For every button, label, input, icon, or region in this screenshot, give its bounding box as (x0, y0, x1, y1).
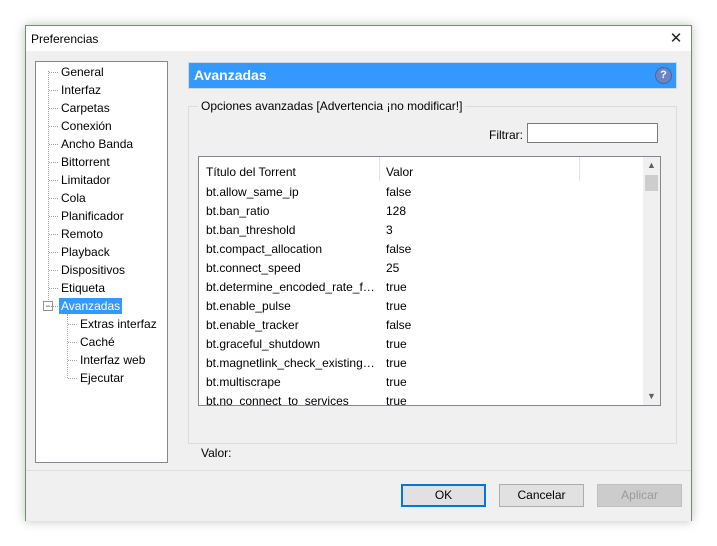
table-row[interactable]: bt.graceful_shutdown true (199, 335, 643, 354)
option-value: false (386, 242, 412, 256)
window-title: Preferencias (31, 32, 99, 46)
section-title: Avanzadas (194, 67, 267, 83)
option-name: bt.compact_allocation (206, 242, 323, 256)
tree-connector (49, 270, 58, 271)
tree-connector (49, 198, 58, 199)
tree-connector (49, 306, 58, 307)
apply-button[interactable]: Aplicar (597, 484, 682, 507)
option-value: true (386, 394, 407, 406)
option-name: bt.magnetlink_check_existing_... (206, 356, 376, 370)
option-name: bt.enable_tracker (206, 318, 299, 332)
tree-connector (49, 216, 58, 217)
option-value: true (386, 337, 407, 351)
option-value: true (386, 299, 407, 313)
tree-connector (49, 126, 58, 127)
value-label: Valor: (201, 446, 232, 460)
tree-connector (49, 288, 58, 289)
tree-connector (49, 108, 58, 109)
tree-connector (68, 378, 77, 379)
tree-item[interactable]: Playback (59, 244, 112, 260)
option-name: bt.allow_same_ip (206, 185, 299, 199)
tree-item[interactable]: Carpetas (59, 100, 112, 116)
tree-connector (68, 342, 77, 343)
option-value: 128 (386, 204, 407, 218)
tree-connector (49, 180, 58, 181)
option-name: bt.connect_speed (206, 261, 301, 275)
tree-connector (68, 360, 77, 361)
table-row[interactable]: bt.no_connect_to_services true (199, 392, 643, 406)
option-value: false (386, 318, 412, 332)
tree-subitem[interactable]: Extras interfaz (78, 316, 159, 332)
section-header: Avanzadas ? (188, 62, 677, 89)
option-name: bt.ban_ratio (206, 204, 270, 218)
tree-connector (49, 72, 58, 73)
table-row[interactable]: bt.ban_threshold 3 (199, 221, 643, 240)
table-row[interactable]: bt.ban_ratio 128 (199, 202, 643, 221)
table-row[interactable]: bt.determine_encoded_rate_fo... true (199, 278, 643, 297)
scroll-thumb[interactable] (645, 175, 658, 191)
list-header: Título del Torrent Valor (199, 157, 643, 183)
tree-item[interactable]: Conexión (59, 118, 114, 134)
tree-item[interactable]: Avanzadas (59, 298, 123, 314)
advanced-options-group: Opciones avanzadas [Advertencia ¡no modi… (188, 99, 677, 460)
option-value: true (386, 356, 407, 370)
option-value: 3 (386, 223, 393, 237)
cancel-button[interactable]: Cancelar (499, 484, 584, 507)
option-name: bt.determine_encoded_rate_fo... (206, 280, 376, 294)
table-row[interactable]: bt.magnetlink_check_existing_... true (199, 354, 643, 373)
tree-connector (49, 234, 58, 235)
help-icon[interactable]: ? (655, 67, 672, 84)
tree-connector (49, 252, 58, 253)
column-separator[interactable] (379, 157, 380, 181)
tree-item[interactable]: Etiqueta (59, 280, 107, 296)
option-name: bt.ban_threshold (206, 223, 296, 237)
tree-subitem[interactable]: Ejecutar (78, 370, 126, 386)
tree-connector (68, 324, 77, 325)
preferences-tree: − General Interfaz Carpetas Conexión Ancho B… (35, 61, 168, 463)
tree-item[interactable]: Limitador (59, 172, 112, 188)
option-value: false (386, 185, 412, 199)
tree-item[interactable]: Dispositivos (59, 262, 127, 278)
tree-connector (49, 90, 58, 91)
tree-item[interactable]: Remoto (59, 226, 105, 242)
option-name: bt.graceful_shutdown (206, 337, 321, 351)
vertical-scrollbar[interactable]: ▲ ▼ (643, 157, 660, 405)
table-row[interactable]: bt.multiscrape true (199, 373, 643, 392)
scroll-down-icon[interactable]: ▼ (643, 388, 660, 405)
filter-input[interactable] (527, 123, 658, 143)
tree-item[interactable]: General (59, 64, 106, 80)
tree-item[interactable]: Bittorrent (59, 154, 112, 170)
table-row[interactable]: bt.compact_allocation false (199, 240, 643, 259)
scroll-up-icon[interactable]: ▲ (643, 157, 660, 174)
column-header-value[interactable]: Valor (386, 165, 413, 179)
column-separator[interactable] (579, 157, 580, 181)
column-header-title[interactable]: Título del Torrent (206, 165, 296, 179)
table-row[interactable]: bt.enable_tracker false (199, 316, 643, 335)
ok-button[interactable]: OK (401, 484, 486, 507)
tree-item[interactable]: Cola (59, 190, 88, 206)
option-value: true (386, 375, 407, 389)
advanced-options-list[interactable]: Título del Torrent Valor bt.allow_same_i… (198, 156, 661, 406)
tree-item[interactable]: Planificador (59, 208, 126, 224)
option-name: bt.multiscrape (206, 375, 281, 389)
close-icon[interactable]: ✕ (661, 26, 691, 51)
table-row[interactable]: bt.connect_speed 25 (199, 259, 643, 278)
option-value: 25 (386, 261, 400, 275)
title-bar: Preferencias ✕ (26, 26, 691, 51)
tree-item[interactable]: Ancho Banda (59, 136, 135, 152)
option-name: bt.no_connect_to_services (206, 394, 349, 406)
tree-subitem[interactable]: Interfaz web (78, 352, 147, 368)
tree-connector (49, 162, 58, 163)
tree-subitem[interactable]: Caché (78, 334, 117, 350)
tree-item[interactable]: Interfaz (59, 82, 103, 98)
table-row[interactable]: bt.enable_pulse true (199, 297, 643, 316)
filter-label: Filtrar: (489, 128, 523, 142)
dialog-footer: OK Cancelar Aplicar (26, 470, 691, 521)
tree-connector (49, 144, 58, 145)
group-label: Opciones avanzadas [Advertencia ¡no modi… (198, 99, 466, 113)
option-value: true (386, 280, 407, 294)
option-name: bt.enable_pulse (206, 299, 291, 313)
table-row[interactable]: bt.allow_same_ip false (199, 183, 643, 202)
preferences-window: Preferencias ✕ − General Interfaz Carpetas… (25, 25, 692, 521)
